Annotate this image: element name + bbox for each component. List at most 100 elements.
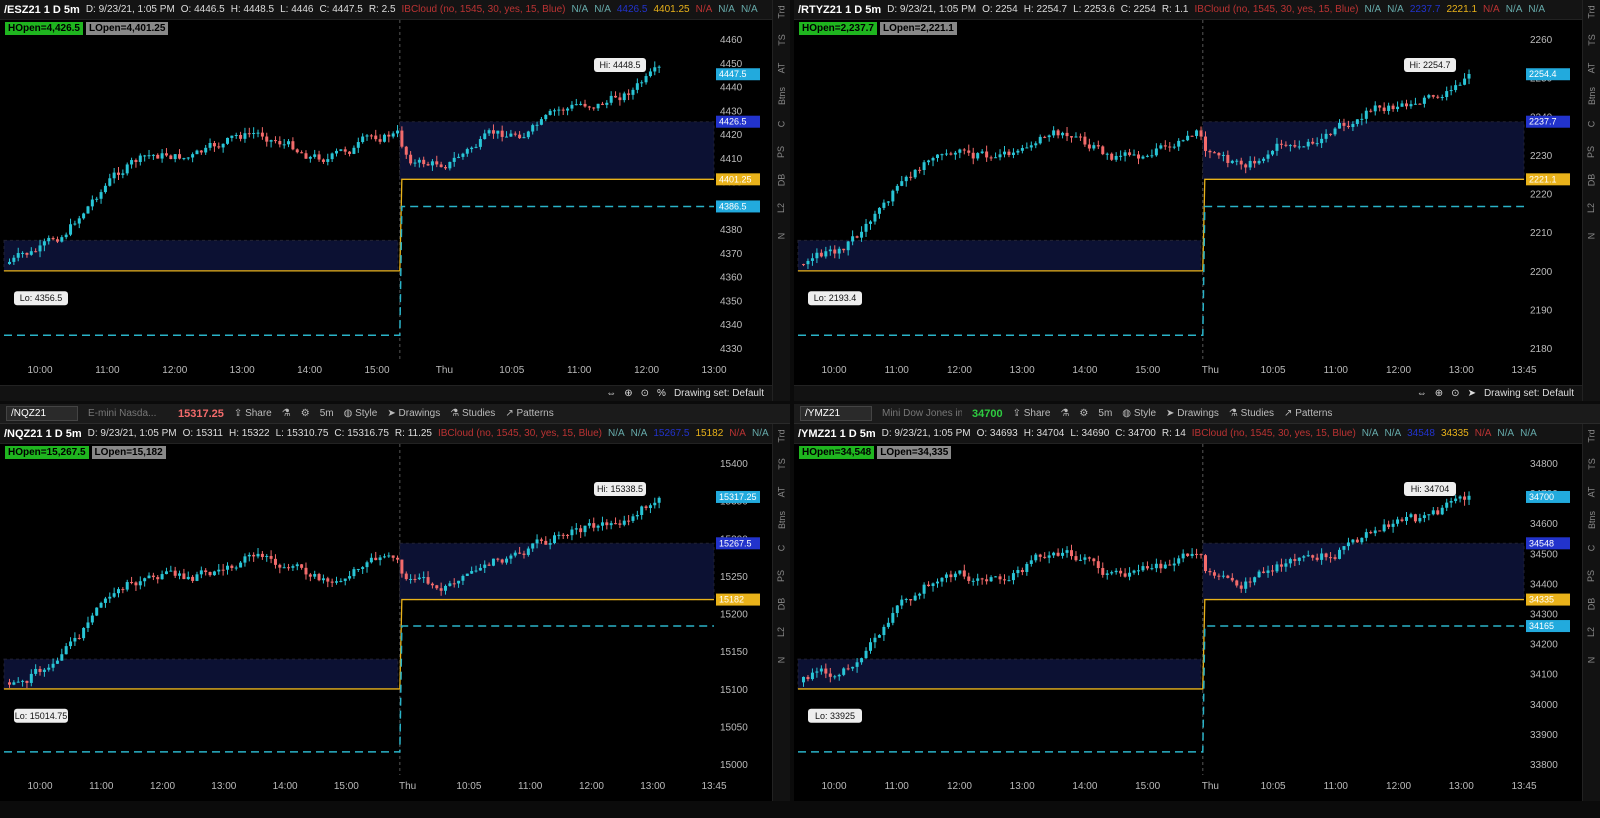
symbol-label[interactable]: /NQZ21 1 D 5m bbox=[4, 428, 82, 440]
period-button[interactable]: 5m bbox=[320, 408, 334, 419]
side-tab[interactable]: AT bbox=[774, 63, 790, 74]
zoom-icon[interactable]: ⊙ bbox=[1451, 388, 1459, 399]
candle-body bbox=[1239, 160, 1243, 165]
side-tab[interactable]: Btns bbox=[774, 511, 790, 529]
candle-body bbox=[12, 682, 16, 685]
side-tab[interactable]: PS bbox=[773, 570, 789, 582]
candle-body bbox=[426, 577, 430, 584]
candle-body bbox=[60, 654, 64, 661]
percent-icon[interactable]: % bbox=[657, 388, 666, 399]
side-tab[interactable]: TS bbox=[773, 34, 789, 46]
drawing-set-label[interactable]: Drawing set: Default bbox=[1484, 388, 1574, 399]
drawings-button[interactable]: ➤ Drawings bbox=[387, 408, 440, 419]
symbol-selector[interactable]: /YMZ21 bbox=[800, 406, 872, 421]
patterns-button[interactable]: ↗ Patterns bbox=[505, 408, 553, 419]
gear-icon[interactable]: ⚙ bbox=[301, 408, 310, 419]
candle-body bbox=[496, 130, 500, 134]
side-tab[interactable]: C bbox=[774, 545, 790, 552]
style-button[interactable]: ◍ Style bbox=[344, 408, 378, 419]
candle-body bbox=[1145, 155, 1149, 157]
price-chart[interactable]: 34800 34700 34600 34500 34400 34300 34200 34100… bbox=[794, 444, 1582, 801]
side-tab[interactable]: Btns bbox=[1584, 511, 1600, 529]
side-tab[interactable]: L2 bbox=[1583, 627, 1599, 637]
studies-button[interactable]: ⚗ Studies bbox=[1229, 408, 1274, 419]
pan-icon[interactable]: ⇔ bbox=[606, 388, 616, 399]
cloud-study-label[interactable]: IBCloud (no, 1545, 30, yes, 15, Blue) bbox=[1195, 4, 1359, 15]
price-marker-text: 15317.25 bbox=[719, 492, 757, 502]
share-button[interactable]: ⇪ Share bbox=[1013, 408, 1051, 419]
side-tab[interactable]: L2 bbox=[773, 627, 789, 637]
candle-body bbox=[509, 555, 513, 559]
crosshair-icon[interactable]: ⊕ bbox=[1435, 388, 1443, 399]
side-tab[interactable]: AT bbox=[1584, 63, 1600, 74]
side-tab[interactable]: TS bbox=[1583, 34, 1599, 46]
cloud-study-label[interactable]: IBCloud (no, 1545, 30, yes, 15, Blue) bbox=[402, 4, 566, 15]
candle-body bbox=[42, 241, 46, 246]
side-tab[interactable]: N bbox=[774, 657, 790, 664]
time-tick: 10:00 bbox=[821, 781, 846, 792]
side-tab[interactable]: AT bbox=[1584, 487, 1600, 498]
side-tab[interactable]: Btns bbox=[1584, 87, 1600, 105]
side-tab[interactable]: Trd bbox=[773, 429, 789, 442]
crosshair-icon[interactable]: ⊕ bbox=[624, 388, 632, 399]
cloud-study-label[interactable]: IBCloud (no, 1545, 30, yes, 15, Blue) bbox=[438, 428, 602, 439]
time-tick: 14:00 bbox=[297, 365, 322, 376]
candle-body bbox=[851, 236, 855, 242]
share-button[interactable]: ⇪ Share bbox=[234, 408, 272, 419]
side-tab[interactable]: N bbox=[774, 233, 790, 240]
flask-icon[interactable]: ⚗ bbox=[282, 408, 291, 419]
side-tab[interactable]: Trd bbox=[1583, 429, 1599, 442]
side-tab[interactable]: Trd bbox=[773, 5, 789, 18]
studies-button[interactable]: ⚗ Studies bbox=[450, 408, 495, 419]
side-tab[interactable]: C bbox=[1584, 545, 1600, 552]
side-tab[interactable]: DB bbox=[1583, 598, 1599, 611]
side-tab[interactable]: N bbox=[1584, 233, 1600, 240]
flask-icon[interactable]: ⚗ bbox=[1060, 408, 1069, 419]
side-tab[interactable]: DB bbox=[773, 598, 789, 611]
cursor-icon[interactable]: ➤ bbox=[1468, 388, 1476, 399]
study-value: 2221.1 bbox=[1446, 4, 1478, 15]
candle-body bbox=[169, 155, 173, 160]
drawings-button[interactable]: ➤ Drawings bbox=[1166, 408, 1219, 419]
candle-body bbox=[378, 139, 382, 142]
drawing-set-label[interactable]: Drawing set: Default bbox=[674, 388, 764, 399]
side-tab[interactable]: DB bbox=[1583, 174, 1599, 187]
side-tab[interactable]: TS bbox=[773, 458, 789, 470]
side-tab[interactable]: AT bbox=[774, 487, 790, 498]
candle-body bbox=[1159, 563, 1163, 569]
side-tab[interactable]: PS bbox=[1583, 570, 1599, 582]
price-chart[interactable]: 1540015350153001525015200151501510015050… bbox=[0, 444, 772, 801]
gear-icon[interactable]: ⚙ bbox=[1079, 408, 1088, 419]
candle-body bbox=[491, 558, 495, 566]
patterns-button[interactable]: ↗ Patterns bbox=[1284, 408, 1332, 419]
side-tab[interactable]: DB bbox=[773, 174, 789, 187]
candle-body bbox=[931, 158, 935, 161]
price-chart[interactable]: 4460445044404430442044104400439043804370… bbox=[0, 20, 772, 385]
side-tab[interactable]: L2 bbox=[1583, 203, 1599, 213]
price-chart[interactable]: 22602250224022302220221022002190218010:0… bbox=[794, 20, 1582, 385]
period-button[interactable]: 5m bbox=[1098, 408, 1112, 419]
side-tab[interactable]: N bbox=[1584, 657, 1600, 664]
style-button[interactable]: ◍ Style bbox=[1122, 408, 1156, 419]
candle-body bbox=[657, 497, 661, 503]
zoom-icon[interactable]: ⊙ bbox=[641, 388, 649, 399]
symbol-label[interactable]: /YMZ21 1 D 5m bbox=[798, 428, 876, 440]
side-tab[interactable]: PS bbox=[1583, 146, 1599, 158]
price-marker-text: 34548 bbox=[1529, 538, 1554, 548]
side-tab[interactable]: Trd bbox=[1583, 5, 1599, 18]
symbol-label[interactable]: /ESZ21 1 D 5m bbox=[4, 4, 80, 16]
side-tab[interactable]: PS bbox=[773, 146, 789, 158]
candle-body bbox=[25, 680, 29, 683]
time-tick: 10:00 bbox=[27, 365, 52, 376]
candle-body bbox=[513, 552, 517, 556]
side-tab[interactable]: TS bbox=[1583, 458, 1599, 470]
side-tab[interactable]: C bbox=[1584, 121, 1600, 128]
side-tab[interactable]: Btns bbox=[774, 87, 790, 105]
cloud-study-label[interactable]: IBCloud (no, 1545, 30, yes, 15, Blue) bbox=[1192, 428, 1356, 439]
symbol-selector[interactable]: /NQZ21 bbox=[6, 406, 78, 421]
side-tab[interactable]: C bbox=[774, 121, 790, 128]
pan-icon[interactable]: ⇔ bbox=[1417, 388, 1427, 399]
candle-body bbox=[1047, 135, 1051, 138]
symbol-label[interactable]: /RTYZ21 1 D 5m bbox=[798, 4, 881, 16]
side-tab[interactable]: L2 bbox=[773, 203, 789, 213]
